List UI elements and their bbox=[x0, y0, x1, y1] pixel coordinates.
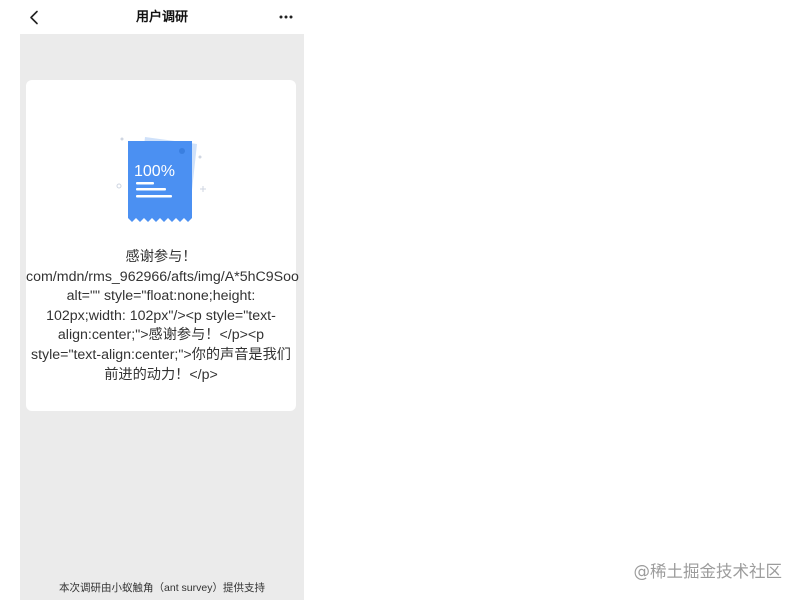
text-line-bar bbox=[136, 195, 172, 198]
footer-credit: 本次调研由小蚁触角（ant survey）提供支持 bbox=[59, 582, 265, 594]
text-line-bar bbox=[136, 188, 166, 191]
sparkle-icon bbox=[120, 137, 124, 141]
sparkle-icon bbox=[116, 183, 122, 189]
more-horizontal-icon bbox=[279, 15, 293, 19]
back-button[interactable] bbox=[26, 8, 42, 26]
message-line: 102px;width: 102px"/><p style="text- bbox=[46, 307, 276, 324]
completion-percent: 100% bbox=[134, 163, 175, 180]
message-line: alt="" style="float:none;height: bbox=[66, 288, 256, 305]
survey-complete-document-icon: 100% bbox=[116, 137, 206, 222]
result-card: 100% 感谢参与！ com/mdn/rms_962966/afts/img/A… bbox=[26, 80, 299, 411]
message-line: 前进的动力！</p> bbox=[104, 366, 218, 383]
sparkle-icon bbox=[198, 155, 202, 159]
corner-badge bbox=[179, 148, 185, 154]
content-area: 100% 感谢参与！ com/mdn/rms_962966/afts/img/A… bbox=[20, 34, 304, 600]
chevron-left-icon bbox=[30, 10, 38, 24]
message-text: 感谢参与！ com/mdn/rms_962966/afts/img/A*5hC9… bbox=[26, 248, 299, 385]
more-button[interactable] bbox=[276, 10, 296, 24]
nav-bar: 用户调研 bbox=[20, 0, 304, 34]
message-line: align:center;">感谢参与！</p><p bbox=[57, 327, 265, 344]
watermark: @稀土掘金技术社区 bbox=[633, 562, 783, 581]
message-line: style="text-align:center;">你的声音是我们 bbox=[30, 346, 291, 363]
page-title: 用户调研 bbox=[135, 9, 188, 24]
text-line-bar bbox=[136, 182, 154, 185]
message-line: 感谢参与！ bbox=[125, 249, 197, 265]
phone-screen: 用户调研 100% 感谢参与！ com/mdn/rms_962966/afts/… bbox=[20, 0, 304, 600]
sparkle-icon bbox=[200, 186, 206, 192]
message-line: com/mdn/rms_962966/afts/img/A*5hC9Soo bbox=[26, 268, 299, 285]
